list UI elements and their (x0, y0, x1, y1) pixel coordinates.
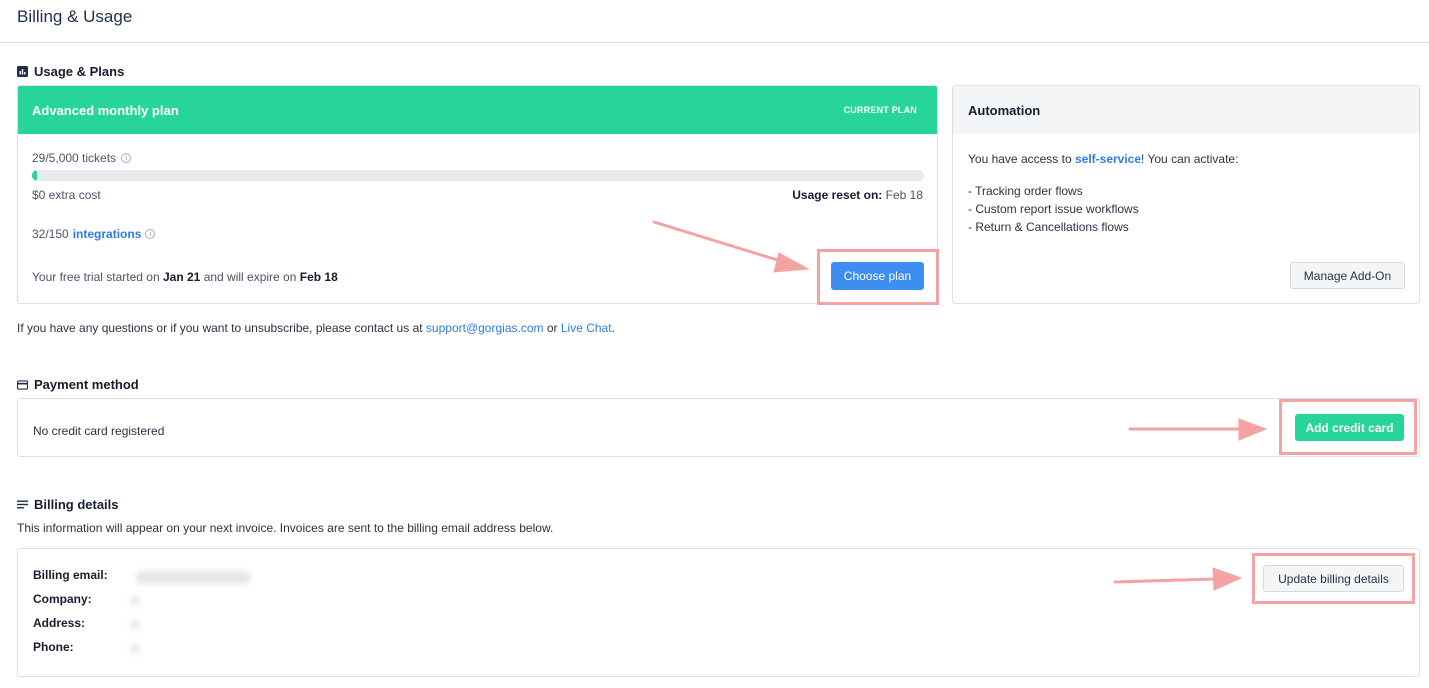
extra-cost: $0 extra cost (32, 188, 101, 202)
usage-reset-label: Usage reset on: (792, 188, 883, 202)
list-item: - Custom report issue workflows (968, 202, 1139, 216)
access-suffix: ! You can activate: (1141, 152, 1239, 166)
page-title: Billing & Usage (17, 7, 133, 26)
update-billing-details-button[interactable]: Update billing details (1263, 565, 1404, 592)
plan-name: Advanced monthly plan (32, 102, 179, 118)
redacted-phone (130, 644, 140, 654)
integrations-count: 32/150 (32, 227, 69, 241)
list-item: - Return & Cancellations flows (968, 220, 1129, 234)
live-chat-link[interactable]: Live Chat (561, 321, 612, 335)
manage-add-on-button[interactable]: Manage Add-On (1290, 262, 1405, 289)
usage-reset: Usage reset on: Feb 18 (792, 188, 923, 202)
billing-details-heading: Billing details (17, 497, 119, 512)
redacted-company (130, 596, 140, 606)
redacted-address (130, 620, 140, 630)
usage-plans-heading-label: Usage & Plans (34, 64, 125, 79)
support-email-link[interactable]: support@gorgias.com (426, 321, 544, 335)
tickets-progress-bar (32, 170, 924, 181)
no-card-text: No credit card registered (33, 424, 165, 438)
contact-middle: or (546, 321, 558, 335)
self-service-link[interactable]: self-service (1075, 152, 1141, 166)
payment-card: No credit card registered (17, 398, 1420, 457)
trial-end-date: Feb 18 (299, 270, 338, 284)
trial-middle: and will expire on (203, 270, 297, 284)
company-label: Company: (33, 592, 92, 606)
info-icon[interactable]: i (121, 153, 132, 163)
automation-feature-list: - Tracking order flows - Custom report i… (968, 182, 1139, 236)
automation-title: Automation (953, 86, 1419, 134)
plan-header: Advanced monthly plan CURRENT PLAN (18, 86, 937, 134)
plan-card: Advanced monthly plan CURRENT PLAN 29/5,… (17, 85, 938, 304)
billing-subtext: This information will appear on your nex… (17, 521, 554, 535)
trial-prefix: Your free trial started on (32, 270, 160, 284)
redacted-email (136, 571, 251, 584)
tickets-count: 29/5,000 tickets (32, 151, 117, 165)
add-credit-card-button[interactable]: Add credit card (1295, 414, 1404, 441)
contact-info: If you have any questions or if you want… (17, 321, 615, 335)
tickets-usage: 29/5,000 tickets i (32, 151, 132, 165)
trial-start-date: Jan 21 (162, 270, 201, 284)
credit-card-icon (17, 379, 28, 390)
usage-reset-date: Feb 18 (885, 188, 923, 202)
access-prefix: You have access to (968, 152, 1072, 166)
address-label: Address: (33, 616, 86, 630)
payment-method-heading-label: Payment method (34, 377, 139, 392)
trial-info: Your free trial started on Jan 21 and wi… (32, 270, 338, 284)
billing-card: Billing email: Company: Address: Phone: (17, 548, 1420, 677)
payment-method-heading: Payment method (17, 377, 139, 392)
billing-details-heading-label: Billing details (34, 497, 119, 512)
billing-email-label: Billing email: (33, 568, 108, 582)
current-plan-badge: CURRENT PLAN (843, 105, 917, 115)
plan-body: 29/5,000 tickets i $0 extra cost Usage r… (18, 134, 937, 303)
choose-plan-button[interactable]: Choose plan (831, 262, 924, 290)
contact-suffix: . (611, 321, 615, 335)
list-item: - Tracking order flows (968, 184, 1083, 198)
integrations-link[interactable]: integrations (73, 227, 142, 241)
self-service-access: You have access to self-service! You can… (968, 152, 1238, 166)
phone-label: Phone: (33, 640, 74, 654)
usage-plans-heading: Usage & Plans (17, 64, 124, 79)
title-divider (0, 42, 1429, 43)
contact-prefix: If you have any questions or if you want… (17, 321, 423, 335)
tickets-progress-fill (32, 170, 38, 181)
info-icon[interactable]: i (145, 229, 156, 239)
lines-icon (17, 499, 28, 510)
bar-chart-icon (17, 66, 28, 77)
integrations-usage: 32/150 integrations i (32, 227, 156, 241)
